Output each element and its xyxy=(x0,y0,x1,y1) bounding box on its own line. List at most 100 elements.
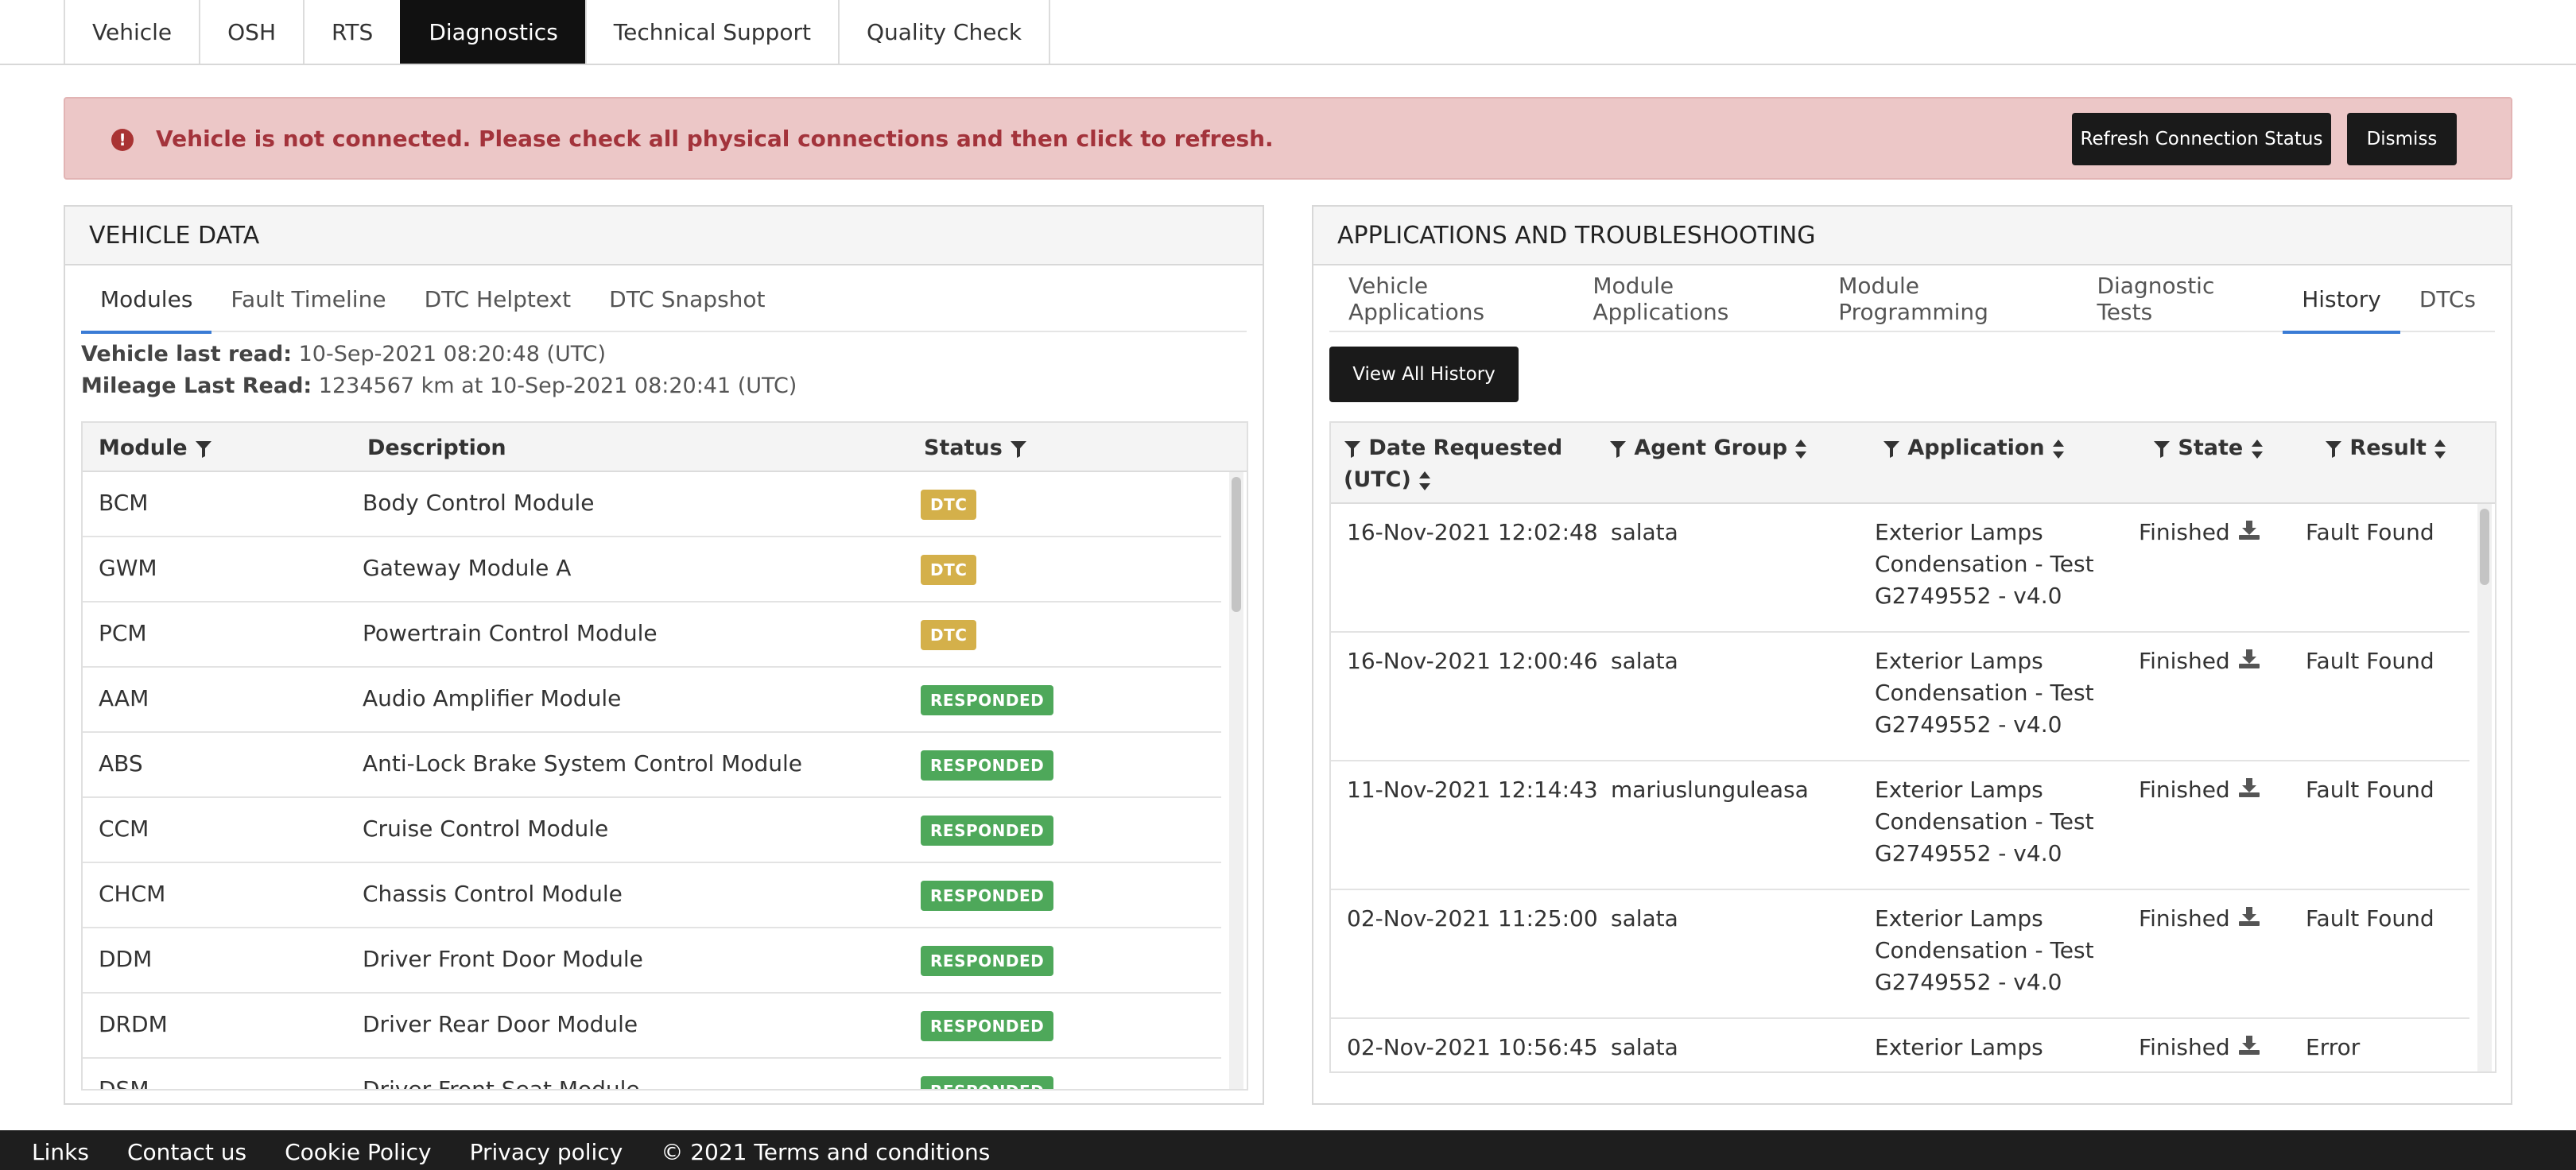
footer-link-privacy-policy[interactable]: Privacy policy xyxy=(470,1135,623,1170)
module-description: Driver Front Seat Module xyxy=(363,1076,640,1091)
filter-icon[interactable] xyxy=(1010,440,1027,459)
modules-scroll-thumb[interactable] xyxy=(1232,477,1241,612)
applications-tabs: Vehicle Applications Module Applications M… xyxy=(1329,265,2495,334)
module-description: Gateway Module A xyxy=(363,555,572,581)
filter-icon[interactable] xyxy=(2325,440,2342,459)
agent-group-header[interactable]: Agent Group xyxy=(1609,432,1807,464)
vehicle-last-read: Vehicle last read: 10-Sep-2021 08:20:48 … xyxy=(81,342,606,366)
application-header-label: Application xyxy=(1907,436,2045,460)
filter-icon[interactable] xyxy=(1609,440,1627,459)
mileage-last-read: Mileage Last Read: 1234567 km at 10-Sep-… xyxy=(81,374,797,398)
history-scroll-thumb[interactable] xyxy=(2480,509,2489,585)
state-value: Finished xyxy=(2139,905,2230,932)
tab-vehicle-applications[interactable]: Vehicle Applications xyxy=(1329,265,1573,332)
state-cell: Finished xyxy=(2139,645,2260,677)
result-value: Fault Found xyxy=(2306,519,2434,545)
top-tab-osh[interactable]: OSH xyxy=(199,0,304,64)
footer-link-2021-terms-and-conditions[interactable]: © 2021 Terms and conditions xyxy=(661,1135,990,1170)
tab-fault-timeline[interactable]: Fault Timeline xyxy=(211,265,405,332)
module-description: Powertrain Control Module xyxy=(363,620,658,646)
download-icon[interactable] xyxy=(2238,906,2260,927)
module-description: Anti-Lock Brake System Control Module xyxy=(363,750,802,777)
table-row[interactable]: 11-Nov-2021 12:14:43 mariuslunguleasa Exte… xyxy=(1331,761,2469,890)
state-cell: Finished xyxy=(2139,903,2260,935)
table-row[interactable]: AAM Audio Amplifier Module RESPONDED xyxy=(83,668,1221,733)
history-table: Date Requested (UTC) Agent Group Applica… xyxy=(1329,421,2496,1073)
date-requested: 16-Nov-2021 12:00:46 xyxy=(1347,648,1598,674)
history-scrollbar[interactable] xyxy=(2477,504,2492,1071)
dismiss-button[interactable]: Dismiss xyxy=(2347,113,2457,165)
tab-dtc-helptext[interactable]: DTC Helptext xyxy=(405,265,591,332)
tab-module-applications[interactable]: Module Applications xyxy=(1573,265,1819,332)
status-badge: DTC xyxy=(921,555,977,585)
last-read-label: Vehicle last read: xyxy=(81,342,293,366)
application-name: Exterior Lamps Condensation - Test G2749… xyxy=(1875,905,2094,995)
modules-scrollbar[interactable] xyxy=(1229,472,1243,1089)
sort-icon[interactable] xyxy=(2052,439,2065,459)
tab-history[interactable]: History xyxy=(2283,265,2400,334)
module-code: DRDM xyxy=(99,1011,168,1037)
top-tab-technical-support[interactable]: Technical Support xyxy=(584,0,838,64)
vehicle-data-tabs: Modules Fault Timeline DTC Helptext DTC Sna… xyxy=(81,265,1247,334)
tab-diagnostic-tests[interactable]: Diagnostic Tests xyxy=(2077,265,2283,332)
date-requested: 02-Nov-2021 11:25:00 xyxy=(1347,905,1598,932)
download-icon[interactable] xyxy=(2238,520,2260,540)
footer-link-cookie-policy[interactable]: Cookie Policy xyxy=(285,1135,431,1170)
module-description: Body Control Module xyxy=(363,490,595,516)
tab-dtcs[interactable]: DTCs xyxy=(2400,265,2495,332)
download-icon[interactable] xyxy=(2238,649,2260,669)
table-row[interactable]: GWM Gateway Module A DTC xyxy=(83,537,1221,602)
tab-dtc-snapshot[interactable]: DTC Snapshot xyxy=(590,265,784,332)
table-row[interactable]: PCM Powertrain Control Module DTC xyxy=(83,602,1221,668)
status-badge: RESPONDED xyxy=(921,1076,1054,1089)
status-badge: RESPONDED xyxy=(921,946,1054,976)
application-header[interactable]: Application xyxy=(1883,432,2065,464)
top-tab-rts[interactable]: RTS xyxy=(303,0,401,64)
table-row[interactable]: CCM Cruise Control Module RESPONDED xyxy=(83,798,1221,863)
modules-table-header: Module Description Status xyxy=(83,423,1247,472)
download-icon[interactable] xyxy=(2238,777,2260,798)
alert-message: Vehicle is not connected. Please check a… xyxy=(156,126,1274,152)
date-requested: 16-Nov-2021 12:02:48 xyxy=(1347,519,1598,545)
filter-icon[interactable] xyxy=(1344,440,1361,459)
table-row[interactable]: ABS Anti-Lock Brake System Control Module… xyxy=(83,733,1221,798)
agent-group: mariuslunguleasa xyxy=(1611,777,1809,803)
filter-icon[interactable] xyxy=(195,440,212,459)
result-value: Fault Found xyxy=(2306,648,2434,674)
filter-icon[interactable] xyxy=(1883,440,1900,459)
table-row[interactable]: 16-Nov-2021 12:02:48 salata Exterior Lamps… xyxy=(1331,504,2469,633)
table-row[interactable]: DRDM Driver Rear Door Module RESPONDED xyxy=(83,994,1221,1059)
application-name: Exterior Lamps Condensation - Test G2749… xyxy=(1875,519,2094,609)
table-row[interactable]: CHCM Chassis Control Module RESPONDED xyxy=(83,863,1221,928)
download-icon[interactable] xyxy=(2238,1035,2260,1056)
footer-link-links[interactable]: Links xyxy=(32,1135,89,1170)
sort-icon[interactable] xyxy=(2434,439,2446,459)
table-row[interactable]: 02-Nov-2021 10:56:45 salata Exterior Lamps… xyxy=(1331,1019,2469,1071)
table-row[interactable]: BCM Body Control Module DTC xyxy=(83,472,1221,537)
view-all-history-button[interactable]: View All History xyxy=(1329,347,1519,402)
table-row[interactable]: DSM Driver Front Seat Module RESPONDED xyxy=(83,1059,1221,1091)
top-tab-diagnostics[interactable]: Diagnostics xyxy=(400,0,585,64)
footer-link-contact-us[interactable]: Contact us xyxy=(127,1135,246,1170)
table-row[interactable]: DDM Driver Front Door Module RESPONDED xyxy=(83,928,1221,994)
top-navigation: Vehicle OSH RTS Diagnostics Technical Suppor… xyxy=(0,0,2576,65)
tab-modules[interactable]: Modules xyxy=(81,265,212,334)
module-description: Chassis Control Module xyxy=(363,881,623,907)
refresh-connection-button[interactable]: Refresh Connection Status xyxy=(2072,113,2331,165)
top-tab-quality-check[interactable]: Quality Check xyxy=(837,0,1051,64)
table-row[interactable]: 02-Nov-2021 11:25:00 salata Exterior Lamps… xyxy=(1331,890,2469,1019)
table-row[interactable]: 16-Nov-2021 12:00:46 salata Exterior Lamps… xyxy=(1331,633,2469,761)
filter-icon[interactable] xyxy=(2153,440,2171,459)
result-header[interactable]: Result xyxy=(2325,432,2446,464)
sort-icon[interactable] xyxy=(2251,439,2264,459)
tab-module-programming[interactable]: Module Programming xyxy=(1819,265,2077,332)
sort-icon[interactable] xyxy=(1794,439,1807,459)
status-column-header[interactable]: Status xyxy=(924,436,1027,460)
sort-icon[interactable] xyxy=(1418,471,1431,491)
state-header[interactable]: State xyxy=(2153,432,2264,464)
agent-group: salata xyxy=(1611,648,1678,674)
date-requested-header[interactable]: Date Requested (UTC) xyxy=(1344,432,1562,496)
status-badge: RESPONDED xyxy=(921,750,1054,781)
module-column-header[interactable]: Module xyxy=(99,436,212,460)
top-tab-vehicle[interactable]: Vehicle xyxy=(64,0,200,64)
